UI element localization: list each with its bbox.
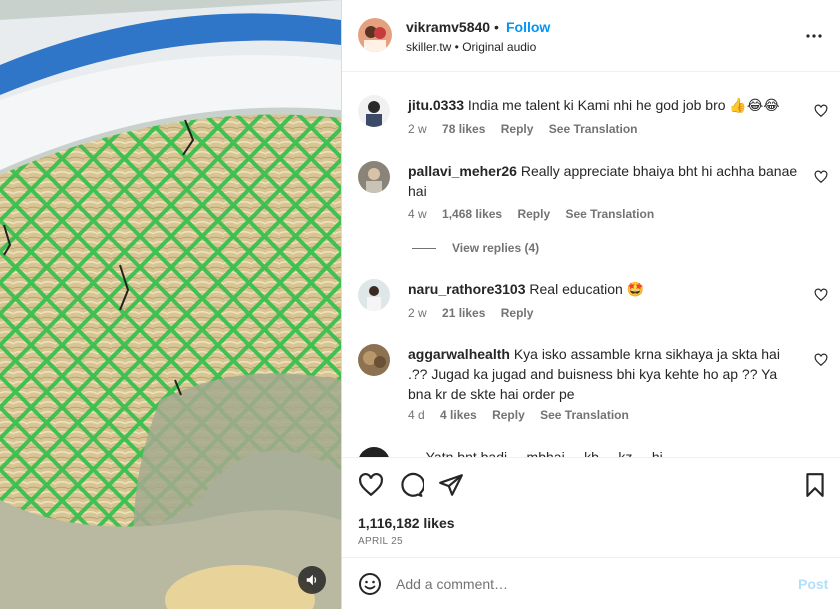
comment-meta: 4 w 1,468 likes Reply See Translation [408, 207, 666, 221]
comment-like-button[interactable] [814, 353, 828, 367]
video-frame [0, 0, 341, 609]
header-separator: • [494, 19, 499, 35]
like-button[interactable] [358, 472, 384, 498]
paper-plane-icon [439, 474, 463, 496]
post-comment-button[interactable]: Post [798, 576, 828, 592]
add-comment-input[interactable] [396, 572, 776, 596]
comment-time[interactable]: 2 w [408, 122, 427, 136]
commenter-avatar[interactable] [358, 279, 390, 311]
comment-likes[interactable]: 1,468 likes [442, 207, 502, 221]
comment-likes[interactable]: 78 likes [442, 122, 485, 136]
author-avatar-image [358, 18, 392, 52]
comment-time[interactable]: 4 d [408, 408, 425, 422]
commenter-avatar[interactable] [358, 344, 390, 376]
comment-likes[interactable]: 21 likes [442, 306, 485, 320]
comment-bubble-icon [401, 472, 426, 497]
bookmark-icon [806, 473, 824, 497]
emoji-button[interactable] [358, 572, 382, 596]
see-translation-button[interactable]: See Translation [565, 207, 654, 221]
commenter-avatar[interactable] [358, 95, 390, 127]
comment-meta: 2 w 21 likes Reply [408, 306, 545, 320]
save-button[interactable] [802, 472, 828, 498]
comment-username[interactable]: jitu.0333 [408, 97, 464, 113]
post-date[interactable]: APRIL 25 [358, 536, 403, 547]
heart-icon [814, 288, 828, 302]
comment-time[interactable]: 4 w [408, 207, 427, 221]
comment-text: India me talent ki Kami nhi he god job b… [467, 97, 780, 113]
heart-icon [814, 353, 828, 367]
mute-button[interactable] [298, 566, 326, 594]
comment-body: jitu.0333 India me talent ki Kami nhi he… [408, 95, 798, 115]
post-actions: 1,116,182 likes APRIL 25 [342, 457, 840, 557]
comment-username[interactable]: naru_rathore3103 [408, 281, 526, 297]
heart-icon [814, 170, 828, 184]
reel-video[interactable] [0, 0, 341, 609]
heart-icon [814, 104, 828, 118]
comments-list[interactable]: jitu.0333 India me talent ki Kami nhi he… [342, 73, 840, 457]
see-translation-button[interactable]: See Translation [549, 122, 638, 136]
comment-text: Real education 🤩 [529, 281, 645, 297]
see-translation-button[interactable]: See Translation [540, 408, 629, 422]
comment-like-button[interactable] [814, 170, 828, 184]
post-header: vikramv5840 • Follow skiller.tw • Origin… [342, 0, 840, 72]
comment-time[interactable]: 2 w [408, 306, 427, 320]
reply-button[interactable]: Reply [501, 122, 534, 136]
commenter-avatar[interactable] [358, 161, 390, 193]
reply-button[interactable]: Reply [517, 207, 550, 221]
add-comment-bar: Post [342, 557, 840, 609]
comment-meta: 2 w 78 likes Reply See Translation [408, 122, 649, 136]
comment-text-partial: … Yatn bnt badi ... mbhai ... kb ... kz … [408, 449, 663, 457]
share-button[interactable] [438, 472, 464, 498]
view-replies-button[interactable]: View replies (4) [412, 241, 539, 255]
comment-like-button[interactable] [814, 288, 828, 302]
commenter-avatar-image [358, 95, 390, 127]
comment-likes[interactable]: 4 likes [440, 408, 477, 422]
comment-body: aggarwalhealth Kya isko assamble krna si… [408, 344, 798, 404]
commenter-avatar-image [358, 344, 390, 376]
commenter-avatar-image [358, 161, 390, 193]
post-panel: vikramv5840 • Follow skiller.tw • Origin… [341, 0, 840, 609]
author-username[interactable]: vikramv5840 [406, 19, 490, 35]
comment-username[interactable]: aggarwalhealth [408, 346, 510, 362]
comment-body: naru_rathore3103 Real education 🤩 [408, 279, 798, 299]
author-avatar[interactable] [358, 18, 392, 52]
commenter-avatar-image [358, 447, 390, 457]
more-horizontal-icon [806, 34, 822, 38]
comment-like-button[interactable] [814, 104, 828, 118]
comment-username[interactable]: pallavi_meher26 [408, 163, 517, 179]
post-subtitle[interactable]: skiller.tw • Original audio [406, 40, 536, 54]
view-replies-line [412, 247, 436, 249]
heart-icon [359, 472, 383, 497]
follow-button[interactable]: Follow [506, 19, 550, 35]
post-likes-count[interactable]: 1,116,182 likes [358, 515, 455, 531]
comment-body: pallavi_meher26 Really appreciate bhaiya… [408, 161, 798, 201]
reply-button[interactable]: Reply [501, 306, 534, 320]
speaker-icon [306, 574, 317, 586]
more-options-button[interactable] [802, 24, 826, 48]
commenter-avatar[interactable] [358, 447, 390, 457]
comment-button[interactable] [398, 472, 426, 498]
emoji-smile-icon [359, 573, 381, 595]
view-replies-label: View replies (4) [452, 241, 540, 255]
commenter-avatar-image [358, 279, 390, 311]
reply-button[interactable]: Reply [492, 408, 525, 422]
comment-meta: 4 d 4 likes Reply See Translation [408, 408, 641, 422]
